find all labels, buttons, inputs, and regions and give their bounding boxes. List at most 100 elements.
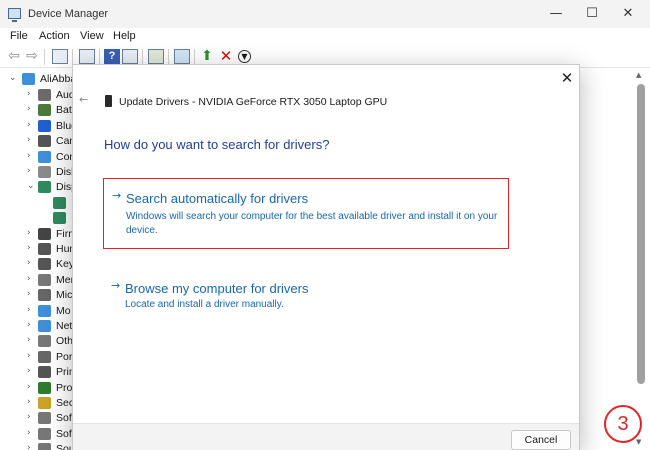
chevron-right-icon[interactable]: › xyxy=(27,366,31,376)
chevron-right-icon[interactable]: › xyxy=(27,305,31,315)
chevron-right-icon[interactable]: › xyxy=(27,166,31,176)
browse-computer-option[interactable]: → Browse my computer for drivers Locate … xyxy=(103,278,509,320)
chevron-down-icon[interactable]: ⌄ xyxy=(27,181,35,191)
tree-item[interactable]: ⌄ Disp xyxy=(0,180,80,195)
chevron-right-icon[interactable]: › xyxy=(27,104,31,114)
chevron-right-icon[interactable]: › xyxy=(27,443,31,450)
menu-bar: File Action View Help xyxy=(0,28,650,46)
tree-item[interactable]: › Mer xyxy=(0,273,80,288)
chevron-right-icon[interactable]: › xyxy=(27,412,31,422)
download-icon[interactable]: ▼ xyxy=(238,50,251,63)
security-icon xyxy=(38,397,51,409)
tree-item[interactable]: › Com xyxy=(0,150,80,165)
chevron-right-icon[interactable]: › xyxy=(27,228,31,238)
menu-file[interactable]: File xyxy=(10,30,28,42)
tree-item[interactable]: › Hun xyxy=(0,242,80,257)
tree-item[interactable]: › Mo xyxy=(0,304,80,319)
update-drivers-dialog: ✕ ← Update Drivers - NVIDIA GeForce RTX … xyxy=(72,64,580,450)
tree-item[interactable]: › Port xyxy=(0,350,80,365)
camera-icon xyxy=(38,135,51,148)
tree-item[interactable]: › Mic xyxy=(0,288,80,303)
maximize-button[interactable]: ☐ xyxy=(572,4,612,24)
display-adapter-icon xyxy=(53,212,66,225)
update-driver-icon[interactable] xyxy=(148,49,164,64)
scrollbar-thumb[interactable] xyxy=(637,84,645,384)
menu-help[interactable]: Help xyxy=(113,30,136,42)
option-title: Browse my computer for drivers xyxy=(125,281,309,296)
chevron-right-icon[interactable]: › xyxy=(27,335,31,345)
right-arrow-icon: → xyxy=(111,279,121,292)
dialog-title: Update Drivers - NVIDIA GeForce RTX 3050… xyxy=(119,96,388,108)
processor-icon xyxy=(38,381,51,394)
close-window-button[interactable]: ✕ xyxy=(608,4,648,24)
chevron-right-icon[interactable]: › xyxy=(27,274,31,284)
tree-item[interactable] xyxy=(0,211,80,226)
window-title: Device Manager xyxy=(28,8,109,20)
computer-icon xyxy=(38,150,51,163)
tree-item[interactable]: › Batt xyxy=(0,103,80,118)
show-hidden-icon[interactable] xyxy=(79,49,95,64)
tree-item[interactable]: › Proc xyxy=(0,381,80,396)
view-icon[interactable] xyxy=(122,49,138,64)
chevron-right-icon[interactable]: › xyxy=(27,89,31,99)
tree-item[interactable]: › Oth xyxy=(0,334,80,349)
tree-item[interactable]: › Net xyxy=(0,319,80,334)
chevron-right-icon[interactable]: › xyxy=(27,151,31,161)
tree-item[interactable]: › Blue xyxy=(0,119,80,134)
computer-icon xyxy=(22,73,35,85)
tree-root[interactable]: ⌄ AliAbba xyxy=(0,72,80,87)
scan-hardware-icon[interactable] xyxy=(174,49,190,64)
chevron-right-icon[interactable]: › xyxy=(27,397,31,407)
software-icon xyxy=(38,412,51,425)
chevron-right-icon[interactable]: › xyxy=(27,135,31,145)
tree-item[interactable]: › Disk xyxy=(0,165,80,180)
tree-item[interactable]: › Soft xyxy=(0,411,80,426)
tree-item[interactable]: › Cam xyxy=(0,134,80,149)
other-devices-icon xyxy=(38,335,51,348)
minimize-button[interactable]: — xyxy=(536,4,576,24)
toolbar-separator xyxy=(194,49,195,65)
display-icon xyxy=(38,181,51,194)
dialog-close-icon[interactable]: ✕ xyxy=(558,69,576,87)
title-bar: Device Manager — ☐ ✕ xyxy=(0,0,650,28)
menu-view[interactable]: View xyxy=(80,30,104,42)
tree-item[interactable]: › Aud xyxy=(0,88,80,103)
chevron-right-icon[interactable]: › xyxy=(27,120,31,130)
chevron-right-icon[interactable]: › xyxy=(27,382,31,392)
port-icon xyxy=(38,350,51,363)
help-icon[interactable]: ? xyxy=(104,49,120,64)
tree-item[interactable]: › Soft xyxy=(0,427,80,442)
forward-arrow-icon[interactable]: ⇨ xyxy=(24,49,40,64)
tree-item[interactable]: › Prin xyxy=(0,365,80,380)
hid-icon xyxy=(38,243,51,255)
tree-item-label: Oth xyxy=(56,335,73,348)
tree-item[interactable]: › Secu xyxy=(0,396,80,411)
uninstall-icon[interactable]: ✕ xyxy=(218,49,234,64)
add-driver-icon[interactable]: ⬆ xyxy=(199,49,215,64)
option-description: Locate and install a driver manually. xyxy=(125,299,284,310)
cancel-button[interactable]: Cancel xyxy=(511,430,571,450)
chevron-right-icon[interactable]: › xyxy=(27,428,31,438)
chevron-right-icon[interactable]: › xyxy=(27,320,31,330)
firmware-icon xyxy=(38,227,51,240)
tree-item[interactable] xyxy=(0,196,80,211)
search-automatically-option[interactable]: → Search automatically for drivers Windo… xyxy=(103,178,509,249)
tree-item[interactable]: › Firm xyxy=(0,227,80,242)
chevron-right-icon[interactable]: › xyxy=(27,258,31,268)
back-arrow-icon[interactable]: ← xyxy=(79,93,88,106)
printer-icon xyxy=(38,366,51,379)
toolbar-separator xyxy=(142,49,143,65)
back-arrow-icon[interactable]: ⇦ xyxy=(6,49,22,64)
chevron-right-icon[interactable]: › xyxy=(27,243,31,253)
right-arrow-icon: → xyxy=(112,189,122,202)
tree-item[interactable]: › Key xyxy=(0,257,80,272)
chevron-right-icon[interactable]: › xyxy=(27,351,31,361)
menu-action[interactable]: Action xyxy=(39,30,70,42)
option-title: Search automatically for drivers xyxy=(126,191,309,206)
chevron-right-icon[interactable]: › xyxy=(27,289,31,299)
scroll-down-icon[interactable]: ▼ xyxy=(636,438,641,446)
tree-item[interactable]: › Sour xyxy=(0,442,80,450)
scroll-up-icon[interactable]: ▲ xyxy=(636,71,641,79)
chevron-down-icon[interactable]: ⌄ xyxy=(9,73,17,83)
properties-icon[interactable] xyxy=(52,49,68,64)
